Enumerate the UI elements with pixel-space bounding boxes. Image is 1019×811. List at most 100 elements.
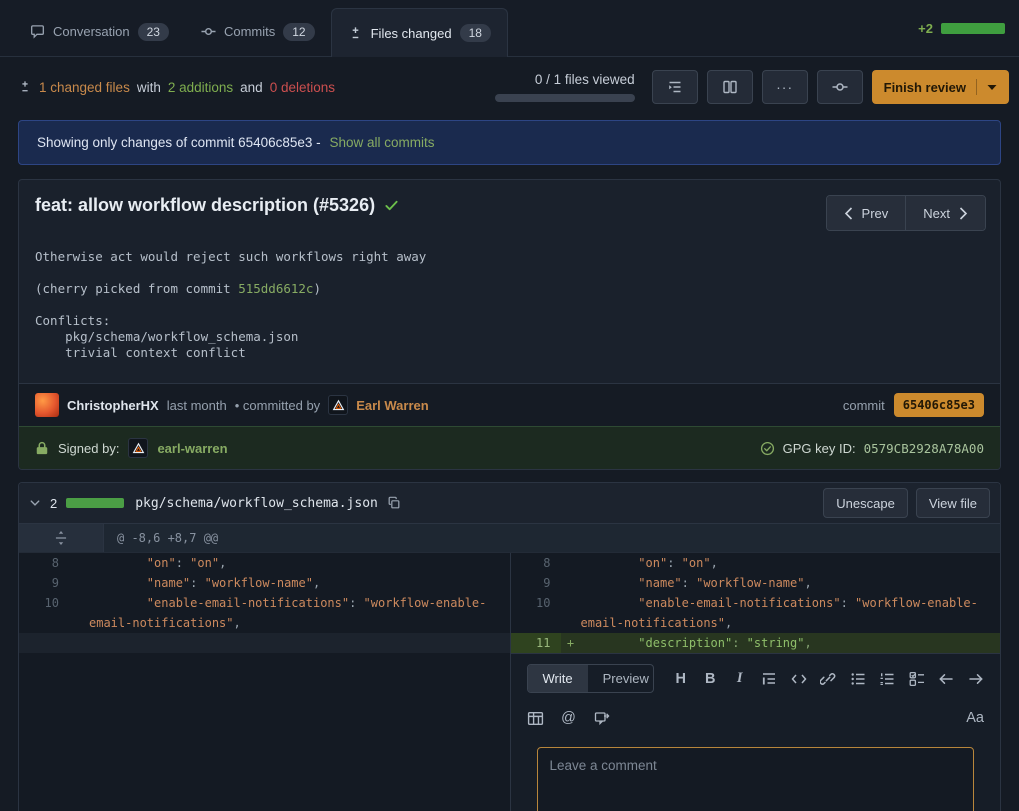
comment-input[interactable] [537,747,975,811]
inline-comment-form: Write Preview H B I [511,653,1001,811]
split-diff-button[interactable] [707,70,753,104]
line-number[interactable]: 8 [19,553,69,573]
diff-toolbar: 0 / 1 files viewed ··· Finish review [495,70,1009,104]
unordered-list-icon[interactable] [850,669,867,689]
chevron-down-icon[interactable] [29,497,41,509]
tab-write[interactable]: Write [528,665,588,692]
commit-header: feat: allow workflow description (#5326)… [19,180,1000,235]
commit-select-button[interactable] [817,70,863,104]
cross-reference-icon[interactable] [593,708,611,728]
commit-hash-badge[interactable]: 65406c85e3 [894,393,984,417]
lock-icon [35,441,49,455]
redo-icon[interactable] [968,669,985,689]
line-number[interactable]: 10 [511,593,561,633]
line-number[interactable]: 9 [19,573,69,593]
line-number [19,633,69,653]
ordered-list-icon[interactable] [879,669,896,689]
tab-commits[interactable]: Commits 12 [185,7,331,56]
additions-count: 2 additions [168,80,233,95]
commit-signature-bar: Signed by: earl-warren GPG key ID: 0579C… [19,426,1000,469]
tab-label: Conversation [53,24,130,39]
diff-pane-new-code: 8 "on": "on",9 "name": "workflow-name",1… [511,553,1001,653]
signer-name[interactable]: earl-warren [157,441,227,456]
author-name[interactable]: ChristopherHX [67,398,159,413]
files-viewed-label: 0 / 1 files viewed [535,72,635,87]
task-list-icon[interactable] [909,669,926,689]
commit-message-line: pkg/schema/workflow_schema.json [35,329,984,345]
line-number[interactable]: 10 [19,593,69,633]
line-code: "name": "workflow-name", [89,573,510,593]
line-code: "enable-email-notifications": "workflow-… [581,593,1001,633]
next-commit-button[interactable]: Next [905,196,985,230]
gpg-key-id: 0579CB2928A78A00 [864,441,984,456]
prev-commit-button[interactable]: Prev [827,196,906,230]
heading-icon[interactable]: H [673,669,690,689]
files-viewed-bar [495,94,635,102]
check-icon [384,198,399,213]
file-diff-box: 2 pkg/schema/workflow_schema.json Unesca… [18,482,1001,811]
line-sign [561,553,581,573]
gpg-key-label: GPG key ID: [783,441,856,456]
line-number[interactable]: 9 [511,573,561,593]
code-icon[interactable] [791,669,808,689]
show-all-commits-link[interactable]: Show all commits [329,135,434,150]
commit-message-line: Conflicts: [35,313,984,329]
font-switcher[interactable]: Aa [966,710,984,726]
committed-by-text: • committed by [235,398,320,413]
diff-line-context: 9 "name": "workflow-name", [19,573,510,593]
unified-diff-button[interactable] [652,70,698,104]
line-number[interactable]: 8 [511,553,561,573]
undo-icon[interactable] [938,669,955,689]
committer-name[interactable]: Earl Warren [356,398,429,413]
mention-icon[interactable]: @ [560,708,578,728]
expand-hunk-button[interactable] [19,524,104,552]
diff-line-context: 10 "enable-email-notifications": "workfl… [511,593,1001,633]
diff-options-button[interactable]: ··· [762,70,808,104]
tab-files-changed[interactable]: Files changed 18 [331,8,508,57]
signer-avatar[interactable] [128,438,148,458]
hunk-header-row: @ -8,6 +8,7 @@ [19,524,1000,553]
line-sign [561,593,581,633]
diff-line-empty [19,633,510,653]
signed-by-label: Signed by: [58,441,119,456]
commit-filter-banner: Showing only changes of commit 65406c85e… [18,120,1001,165]
chevron-left-icon [844,207,853,220]
tab-preview[interactable]: Preview [588,665,654,692]
link-icon[interactable] [820,669,837,689]
diff-pane-new: 8 "on": "on",9 "name": "workflow-name",1… [510,553,1001,811]
changed-files-link[interactable]: 1 changed files [39,80,130,95]
line-sign [561,573,581,593]
commit-message-text: trivial context conflict [35,345,246,360]
commit-label: commit [843,398,885,413]
commit-title-text: feat: allow workflow description (#5326) [35,195,375,216]
italic-icon[interactable]: I [732,669,749,689]
comment-bubble-icon [30,24,45,39]
summary-text: and [240,80,263,95]
commit-time: last month [167,398,227,413]
summary-text: with [137,80,161,95]
commits-count-badge: 12 [283,23,314,41]
author-avatar[interactable] [35,393,59,417]
view-file-button[interactable]: View file [916,488,990,518]
chevron-down-icon [987,84,997,91]
tab-conversation[interactable]: Conversation 23 [14,7,185,56]
file-diffstat-bar [66,498,124,508]
line-code: "on": "on", [89,553,510,573]
tab-label: Files changed [371,26,452,41]
diff-line-context: 8 "on": "on", [19,553,510,573]
finish-review-button[interactable]: Finish review [872,70,1009,104]
committer-avatar[interactable] [328,395,348,415]
hunk-header-text: @ -8,6 +8,7 @@ [104,524,231,552]
diff-icon [18,80,32,94]
verified-icon [760,441,775,456]
bold-icon[interactable]: B [702,669,719,689]
line-number[interactable]: 11 [511,633,561,653]
unescape-button[interactable]: Unescape [823,488,908,518]
quote-icon[interactable] [761,669,778,689]
commit-hash-area: commit 65406c85e3 [843,393,984,417]
commit-title: feat: allow workflow description (#5326) [35,195,399,216]
cherry-pick-hash-link[interactable]: 515dd6612c [238,281,313,296]
copy-path-icon[interactable] [387,496,401,510]
table-icon[interactable] [527,708,545,728]
file-name[interactable]: pkg/schema/workflow_schema.json [135,496,378,511]
